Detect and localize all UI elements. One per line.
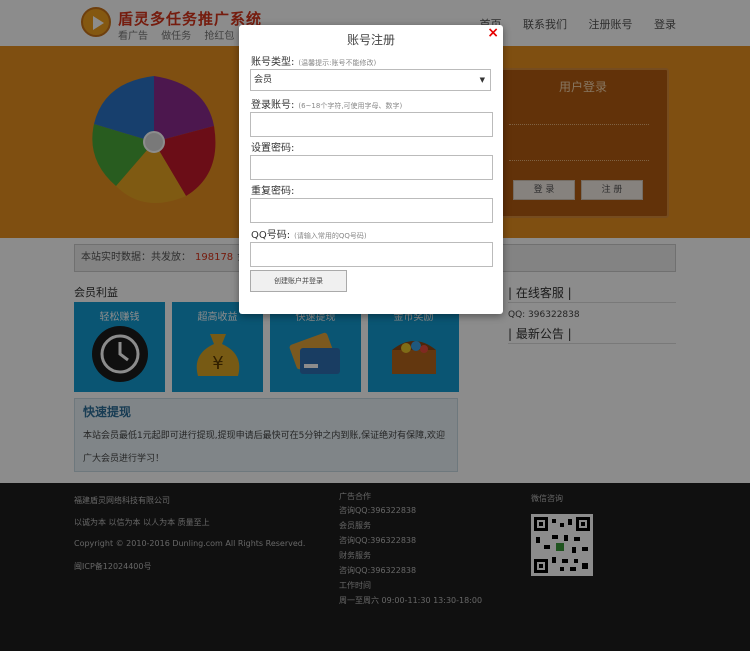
create-account-button[interactable]: 创建账户并登录 [250,270,347,292]
select-value: 会员 [254,75,273,85]
password-label: 设置密码: [251,143,295,154]
label-text: QQ号码: [251,230,291,241]
account-input[interactable] [250,112,493,137]
hint-text: (请输入常用的QQ号码) [294,232,367,240]
label-text: 账号类型: [251,57,295,68]
hint-text: (温馨提示:账号不能修改) [298,59,377,67]
chevron-down-icon: ▼ [479,76,485,84]
password-input[interactable] [250,155,493,180]
hint-text: (6~18个字符,可使用字母、数字) [298,102,403,110]
repeat-password-input[interactable] [250,198,493,223]
qq-input[interactable] [250,242,493,267]
close-icon[interactable]: × [487,25,499,41]
repeat-password-label: 重复密码: [251,186,295,197]
account-type-select[interactable]: 会员 ▼ [250,69,491,91]
account-type-label: 账号类型: (温馨提示:账号不能修改) [251,53,376,68]
label-text: 登录账号: [251,100,295,111]
register-modal: 账号注册 × 账号类型: (温馨提示:账号不能修改) 会员 ▼ 登录账号: (6~1… [239,25,503,314]
qq-label: QQ号码: (请输入常用的QQ号码) [251,226,367,241]
account-label: 登录账号: (6~18个字符,可使用字母、数字) [251,96,402,111]
modal-title: 账号注册 [346,33,395,47]
